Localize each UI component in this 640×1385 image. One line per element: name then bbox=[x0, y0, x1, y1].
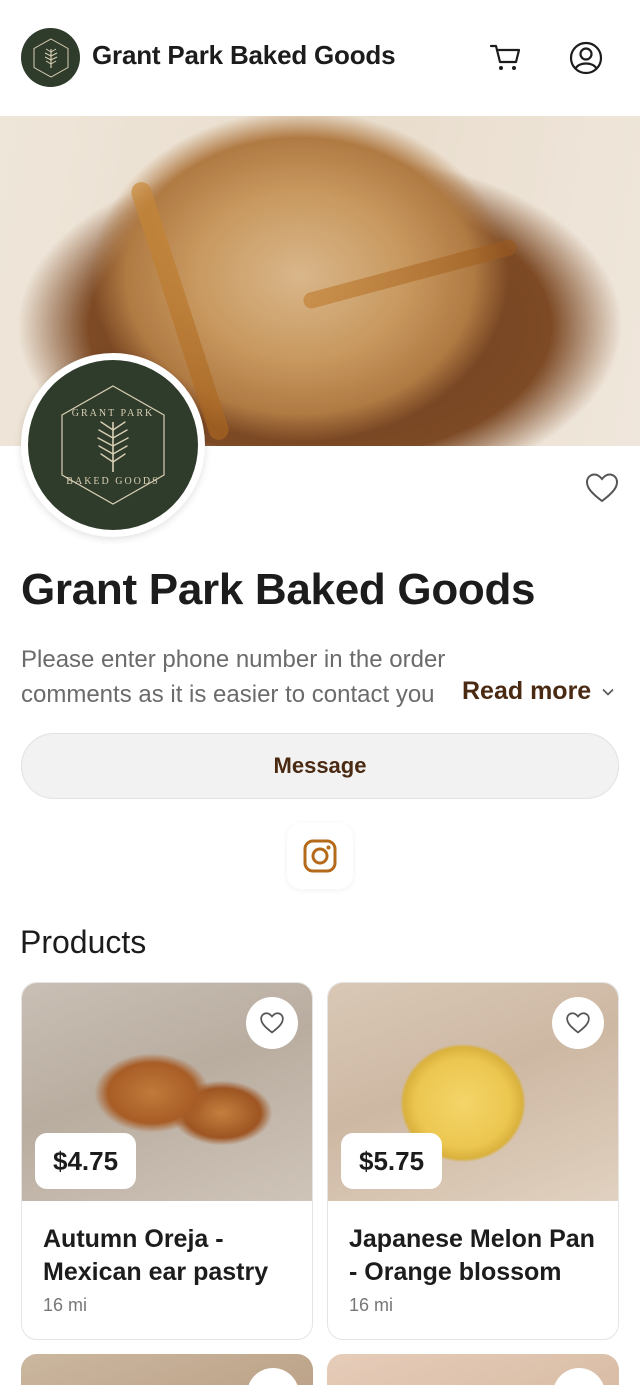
instagram-icon[interactable] bbox=[287, 823, 353, 889]
product-card[interactable] bbox=[21, 1354, 313, 1385]
product-card[interactable] bbox=[327, 1354, 619, 1385]
hero-crust-detail bbox=[301, 237, 519, 311]
products-heading: Products bbox=[20, 924, 147, 960]
product-name: Autumn Oreja - Mexican ear pastry bbox=[43, 1225, 269, 1286]
cart-icon[interactable] bbox=[487, 38, 525, 76]
product-name: Japanese Melon Pan - Orange blossom bbox=[349, 1225, 595, 1286]
read-more-button[interactable]: Read more bbox=[458, 677, 616, 706]
shop-logo-large: GRANT PARK BAKED GOODS bbox=[21, 353, 205, 537]
shop-name: Grant Park Baked Goods bbox=[21, 565, 536, 614]
product-price: $5.75 bbox=[341, 1133, 443, 1189]
product-card[interactable]: $4.75 Autumn Oreja - Mexican ear pastry … bbox=[21, 982, 313, 1340]
shop-logo-small[interactable] bbox=[21, 28, 80, 87]
wheat-icon: GRANT PARK BAKED GOODS bbox=[61, 385, 165, 505]
logo-text-top: GRANT PARK bbox=[72, 408, 155, 419]
favorite-heart-icon[interactable] bbox=[584, 470, 620, 506]
app-header: Grant Park Baked Goods bbox=[0, 0, 640, 116]
product-distance: 16 mi bbox=[43, 1295, 88, 1315]
product-card[interactable]: $5.75 Japanese Melon Pan - Orange blosso… bbox=[327, 982, 619, 1340]
favorite-heart-icon[interactable] bbox=[553, 1368, 605, 1385]
read-more-label: Read more bbox=[462, 677, 592, 705]
shop-logo-badge: GRANT PARK BAKED GOODS bbox=[28, 360, 198, 530]
description-line: Please enter phone number in the order bbox=[21, 646, 446, 673]
favorite-heart-icon[interactable] bbox=[246, 997, 298, 1049]
header-title[interactable]: Grant Park Baked Goods bbox=[92, 40, 396, 71]
message-button[interactable]: Message bbox=[21, 733, 619, 799]
wheat-icon bbox=[33, 37, 68, 78]
product-price: $4.75 bbox=[35, 1133, 137, 1189]
product-distance: 16 mi bbox=[349, 1295, 394, 1315]
user-circle-icon[interactable] bbox=[566, 38, 606, 78]
favorite-heart-icon[interactable] bbox=[247, 1368, 299, 1385]
chevron-down-icon bbox=[602, 688, 614, 696]
favorite-heart-icon[interactable] bbox=[552, 997, 604, 1049]
description-line: comments as it is easier to contact you bbox=[21, 681, 435, 708]
logo-text-bottom: BAKED GOODS bbox=[66, 476, 159, 487]
